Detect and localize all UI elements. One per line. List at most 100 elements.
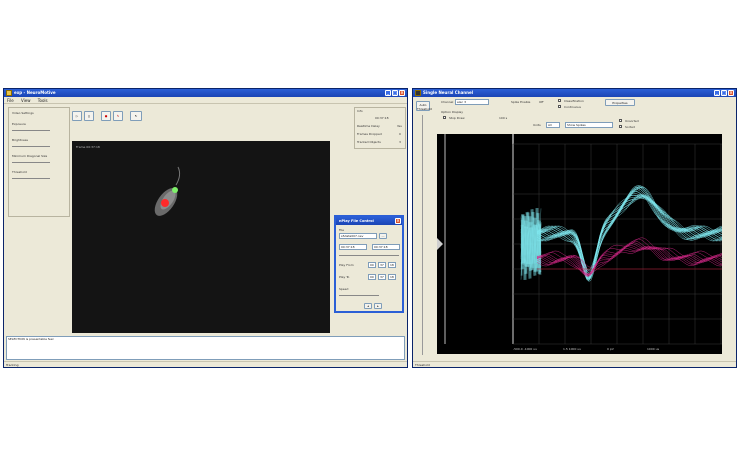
threshold-slider[interactable]: [12, 178, 50, 179]
loop-button[interactable]: ↻: [130, 111, 142, 121]
info-header: Info: [357, 109, 363, 113]
stat-time-value: 00:37:18: [375, 116, 389, 120]
from-hh[interactable]: 00: [368, 262, 376, 268]
file-label: File: [339, 228, 345, 232]
threshold-label: Threshold: [12, 170, 27, 174]
stat-delay-value: Yes: [397, 124, 402, 128]
stat-tracked-value: 3: [399, 140, 401, 144]
spike-waveform-plot: [437, 134, 722, 345]
exposure-slider[interactable]: [12, 130, 50, 131]
brightness-slider[interactable]: [12, 146, 50, 147]
right-minimize-icon[interactable]: _: [714, 90, 720, 96]
tracked-marker-red: [161, 199, 169, 207]
threshold-marker-icon: [437, 238, 443, 250]
pause-button[interactable]: ‖: [84, 111, 94, 121]
min-diagonal-label: Minimum Diagonal Size: [12, 154, 48, 158]
exposure-label: Exposure: [12, 122, 26, 126]
brightness-label: Brightness: [12, 138, 28, 142]
time-end-field: 00:37:18: [372, 244, 400, 250]
to-hh[interactable]: 00: [368, 274, 376, 280]
maximize-icon[interactable]: □: [392, 90, 398, 96]
menu-tools[interactable]: Tools: [35, 97, 51, 104]
log-text: SELECTION is presentable feel: [8, 337, 54, 341]
playback-slider[interactable]: [339, 255, 399, 256]
stat-dropped-label: Frames Dropped: [357, 132, 382, 136]
dialog-next-button[interactable]: ▸: [374, 303, 382, 309]
unsorted-label: Unsorted: [625, 119, 639, 123]
properties-button[interactable]: Properties: [605, 99, 635, 106]
dialog-prev-button[interactable]: ◂: [364, 303, 372, 309]
right-status-text: Threshold: [415, 363, 430, 367]
continuous-label: Continuous: [564, 105, 581, 109]
video-settings-label: Video Settings: [12, 111, 34, 115]
units-select[interactable]: All: [546, 122, 560, 128]
time-end: 00:37:18: [374, 245, 388, 249]
play-to-label: Play To: [339, 275, 350, 279]
playback-close-icon[interactable]: ×: [395, 218, 401, 224]
classification-checkbox[interactable]: [558, 99, 561, 102]
video-feed[interactable]: Frame 00:37:18: [72, 141, 330, 333]
channel-value: elec 3: [457, 100, 467, 104]
unsorted-checkbox[interactable]: [619, 119, 622, 122]
auto-threshold-button[interactable]: Auto Threshold: [416, 101, 432, 111]
close-icon[interactable]: ×: [399, 90, 405, 96]
axis-label-1: -500.0 -1000 us: [513, 347, 537, 351]
channel-label: Channel: [441, 100, 454, 104]
threshold-vertical-slider[interactable]: [422, 115, 423, 355]
continuous-checkbox[interactable]: [558, 105, 561, 108]
playback-titlebar[interactable]: nPlay File Control ×: [336, 217, 402, 225]
sorted-checkbox[interactable]: [619, 125, 622, 128]
right-close-icon[interactable]: ×: [728, 90, 734, 96]
units-value: All: [548, 123, 552, 127]
units-label: Units: [533, 123, 541, 127]
info-panel: Info 00:37:18 Realtime Delay Yes Frames …: [354, 107, 406, 149]
to-mm[interactable]: 37: [378, 274, 386, 280]
show-spikes-value: Show Spikes: [567, 123, 586, 127]
stop-draw-label: Stop Draw: [449, 116, 465, 120]
app-icon: [6, 90, 12, 96]
from-ss[interactable]: 18: [388, 262, 396, 268]
time-start: 00:37:18: [341, 245, 355, 249]
log-textbox[interactable]: SELECTION is presentable feel: [6, 336, 405, 360]
play-from-label: Play From: [339, 263, 354, 267]
file-value: s5data007.nev: [341, 234, 364, 238]
left-titlebar[interactable]: exp - NeuroMotive _ □ ×: [4, 89, 407, 97]
spike-enable-label: Spike Enable: [511, 100, 531, 104]
spike-enable-value: Off: [539, 100, 544, 104]
record-button[interactable]: ●: [101, 111, 111, 121]
channel-select[interactable]: elec 3: [455, 99, 489, 105]
speed-label: Speed: [339, 287, 349, 291]
to-ss[interactable]: 18: [388, 274, 396, 280]
min-diagonal-slider[interactable]: [12, 162, 50, 163]
channel-app-icon: [415, 90, 421, 96]
right-statusbar: Threshold: [413, 361, 736, 367]
rate-value: 100 s: [499, 116, 508, 120]
browse-button[interactable]: …: [379, 233, 387, 239]
stop-draw-checkbox[interactable]: [443, 116, 446, 119]
video-settings-panel: Video Settings Exposure Brightness Minim…: [8, 107, 70, 217]
from-mm[interactable]: 37: [378, 262, 386, 268]
stat-tracked-label: Tracked Objects: [357, 140, 381, 144]
speed-slider[interactable]: [339, 295, 379, 296]
right-maximize-icon[interactable]: □: [721, 90, 727, 96]
properties-button-label: Properties: [612, 101, 628, 105]
option-display-label: Option Display: [441, 110, 464, 114]
minimize-icon[interactable]: _: [385, 90, 391, 96]
auto-threshold-label: Auto Threshold: [417, 103, 432, 111]
pen-tool-button[interactable]: ✎: [113, 111, 123, 121]
left-status-text: Tracking: [6, 363, 19, 367]
right-window-title: Single Neural Channel: [423, 90, 474, 95]
show-spikes-select[interactable]: Show Spikes: [565, 122, 613, 128]
spike-scope-display[interactable]: -500.0 -1000 us 1.5 1000 us 0 pV 1000 us: [437, 134, 722, 354]
menu-view[interactable]: View: [18, 97, 34, 104]
playback-title: nPlay File Control: [339, 219, 374, 223]
file-field[interactable]: s5data007.nev: [339, 233, 377, 239]
play-button[interactable]: ▷: [72, 111, 82, 121]
stat-dropped-value: 0: [399, 132, 401, 136]
time-start-field: 00:37:18: [339, 244, 367, 250]
stat-delay-label: Realtime Delay: [357, 124, 380, 128]
right-titlebar[interactable]: Single Neural Channel _ □ ×: [413, 89, 736, 97]
axis-label-3: 0 pV: [607, 347, 614, 351]
axis-label-4: 1000 us: [647, 347, 660, 351]
menu-file[interactable]: File: [4, 97, 17, 104]
